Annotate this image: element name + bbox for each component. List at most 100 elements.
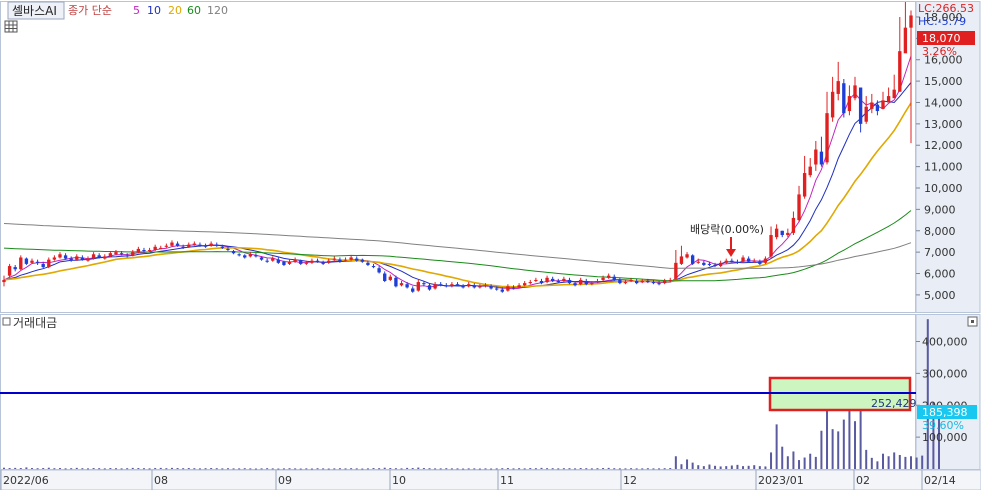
volume-bar xyxy=(607,467,610,469)
volume-bar xyxy=(854,421,857,469)
price-tick-label: 6,000 xyxy=(924,268,956,281)
candle-body xyxy=(388,276,392,280)
candle-body xyxy=(814,149,818,165)
change-pct: 3.26% xyxy=(922,45,957,58)
volume-bar xyxy=(551,468,554,470)
candle-body xyxy=(271,258,275,261)
ma-period-60: 60 xyxy=(187,4,201,17)
candle-body xyxy=(170,242,174,246)
symbol-name: 셀바스AI xyxy=(12,4,57,18)
candle-body xyxy=(763,258,768,263)
volume-bar xyxy=(394,468,397,470)
ma-period-10: 10 xyxy=(147,4,161,17)
candle-body xyxy=(19,257,23,270)
chart-window: 18,00017,00016,00015,00014,00013,00012,0… xyxy=(0,0,981,493)
volume-bar xyxy=(523,468,526,470)
candle-body xyxy=(847,96,852,112)
candle-body xyxy=(534,279,538,281)
candle-body xyxy=(657,283,661,285)
candle-body xyxy=(539,281,544,284)
candle-body xyxy=(58,254,62,258)
volume-bar xyxy=(114,468,117,470)
price-tick-label: 10,000 xyxy=(924,182,963,195)
volume-bar xyxy=(467,468,470,470)
volume-bar xyxy=(294,468,297,470)
volume-panel-toggle[interactable] xyxy=(2,317,11,326)
volume-bar xyxy=(210,468,213,470)
panel-close-icon[interactable] xyxy=(967,316,978,327)
volume-bar xyxy=(75,467,78,469)
volume-bar xyxy=(8,468,11,470)
candle-body xyxy=(730,260,734,262)
candle-body xyxy=(881,100,885,109)
volume-annotation: 252,429 xyxy=(871,397,917,410)
candle-body xyxy=(131,252,135,256)
candle-body xyxy=(439,284,443,286)
candle-body xyxy=(276,259,281,263)
volume-bar xyxy=(915,457,918,469)
volume-bar xyxy=(243,468,246,470)
candle-body xyxy=(203,245,208,247)
volume-pct: 39.60% xyxy=(922,419,964,432)
candle-body xyxy=(366,262,370,265)
candle-body xyxy=(226,248,230,250)
candle-body xyxy=(780,230,784,236)
candle-body xyxy=(517,285,521,288)
volume-bar xyxy=(249,468,252,470)
volume-bar xyxy=(361,468,364,470)
volume-bar xyxy=(898,454,901,469)
volume-bar xyxy=(81,468,84,470)
volume-bar xyxy=(730,465,733,469)
volume-bar xyxy=(719,466,722,469)
candle-body xyxy=(91,254,96,259)
volume-bar xyxy=(19,468,22,470)
candle-body xyxy=(41,263,45,268)
candle-body xyxy=(909,15,913,28)
table-icon[interactable] xyxy=(4,20,18,33)
candle-body xyxy=(892,89,896,99)
volume-bar xyxy=(736,464,739,469)
candle-body xyxy=(662,281,667,284)
price-tick-label: 8,000 xyxy=(924,225,956,238)
volume-bar xyxy=(400,468,403,470)
volume-bar xyxy=(277,468,280,470)
volume-bar xyxy=(618,468,621,470)
candle-body xyxy=(724,260,728,263)
candle-body xyxy=(746,258,751,262)
candle-body xyxy=(142,250,146,252)
volume-bar xyxy=(238,468,241,470)
volume-bar xyxy=(747,465,750,469)
volume-bar xyxy=(669,468,672,470)
candle-body xyxy=(377,268,381,273)
volume-bar xyxy=(814,456,817,469)
candle-body xyxy=(198,244,202,246)
candle-body xyxy=(606,275,611,278)
volume-bar xyxy=(585,468,588,470)
candle-body xyxy=(349,257,353,260)
volume-bar xyxy=(865,449,868,469)
time-label: 08 xyxy=(154,474,168,487)
candle-body xyxy=(623,282,628,284)
volume-bar xyxy=(831,429,834,469)
candle-body xyxy=(187,244,191,247)
price-tick-label: 5,000 xyxy=(924,289,956,302)
candle-body xyxy=(293,259,297,262)
candle-body xyxy=(13,267,17,270)
candle-body xyxy=(321,262,325,264)
candle-body xyxy=(416,282,420,291)
volume-bar xyxy=(663,468,666,470)
volume-bar xyxy=(383,467,386,469)
volume-bar xyxy=(170,467,173,469)
chart-canvas[interactable]: 18,00017,00016,00015,00014,00013,00012,0… xyxy=(0,0,981,491)
volume-bar xyxy=(288,468,291,470)
candle-body xyxy=(511,287,516,289)
volume-bar xyxy=(120,468,123,470)
volume-bar xyxy=(904,456,907,469)
candle-body xyxy=(405,284,409,288)
candle-body xyxy=(103,256,107,259)
volume-bar xyxy=(674,456,677,469)
volume-bar xyxy=(333,468,336,470)
volume-bar xyxy=(893,452,896,469)
volume-bar xyxy=(305,468,308,470)
candle-body xyxy=(86,258,90,261)
